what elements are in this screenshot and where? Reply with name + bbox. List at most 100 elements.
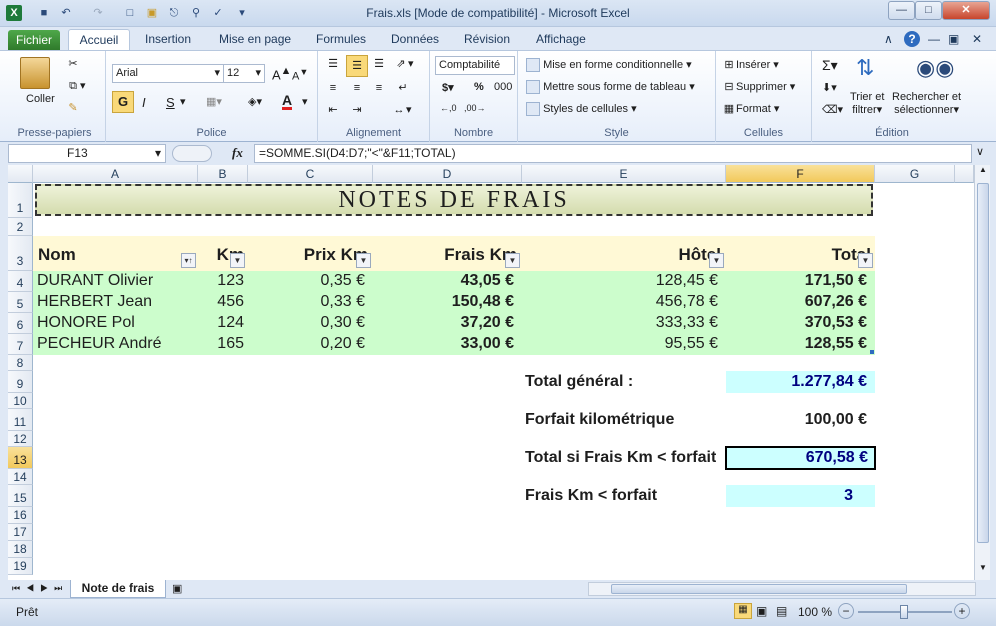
cell-hotel[interactable]: 95,55 €	[522, 335, 718, 353]
row-header[interactable]: 7	[8, 334, 33, 355]
cell-styles-button[interactable]: Styles de cellules ▾	[526, 102, 637, 117]
format-button[interactable]: ▦ Format ▾	[722, 102, 780, 116]
row-header[interactable]: 17	[8, 524, 33, 541]
cell-km[interactable]: 123	[198, 272, 244, 290]
cut-icon[interactable]: ✂	[66, 57, 80, 71]
bold-button[interactable]: G	[112, 91, 134, 113]
scroll-up-icon[interactable]: ▲	[977, 165, 989, 179]
sort-filter-button[interactable]: Trier et filtrer▾	[850, 91, 884, 116]
row-header[interactable]: 2	[8, 218, 33, 236]
chevron-down-icon[interactable]: ▾	[302, 95, 308, 108]
row-header[interactable]: 6	[8, 313, 33, 334]
cell-total[interactable]: 607,26 €	[726, 293, 867, 311]
currency-button[interactable]: $▾	[442, 81, 454, 94]
formula-input[interactable]: =SOMME.SI(D4:D7;"<"&F11;TOTAL)	[254, 144, 972, 163]
row-header[interactable]: 19	[8, 558, 33, 575]
cell-prix-km[interactable]: 0,35 €	[248, 272, 365, 290]
page-layout-view-icon[interactable]: ▣	[756, 604, 767, 618]
name-box[interactable]: F13 ▾	[8, 144, 166, 163]
vertical-scrollbar[interactable]: ▲ ▼	[974, 165, 990, 580]
format-painter-icon[interactable]: ✎	[66, 101, 80, 115]
align-center-icon[interactable]: ≡	[350, 81, 364, 95]
row-header[interactable]: 8	[8, 355, 33, 371]
col-header-a[interactable]: A	[33, 165, 198, 183]
cell-frais-km[interactable]: 150,48 €	[373, 293, 514, 311]
cell-hotel[interactable]: 456,78 €	[522, 293, 718, 311]
tab-mise-en-page[interactable]: Mise en page	[219, 32, 291, 46]
cell-frais-km[interactable]: 37,20 €	[373, 314, 514, 332]
filter-dropdown-icon[interactable]: ▼	[356, 253, 371, 268]
cell-km[interactable]: 456	[198, 293, 244, 311]
maximize-button[interactable]: □	[915, 1, 942, 20]
summary-value-total-general[interactable]: 1.277,84 €	[726, 371, 875, 393]
cell-prix-km[interactable]: 0,20 €	[248, 335, 365, 353]
thousands-button[interactable]: 000	[494, 81, 512, 93]
tab-revision[interactable]: Révision	[464, 32, 510, 46]
paste-icon[interactable]	[20, 57, 50, 89]
cell-km[interactable]: 165	[198, 335, 244, 353]
cell-nom[interactable]: HERBERT Jean	[37, 293, 152, 311]
col-header-e[interactable]: E	[522, 165, 726, 183]
close-button[interactable]: ✕	[942, 1, 990, 20]
align-right-icon[interactable]: ≡	[372, 81, 386, 95]
tab-insertion[interactable]: Insertion	[145, 32, 191, 46]
cell-hotel[interactable]: 128,45 €	[522, 272, 718, 290]
table-resize-handle[interactable]	[870, 350, 874, 354]
increase-decimal-icon[interactable]: ←,0	[440, 103, 457, 113]
row-header[interactable]: 5	[8, 292, 33, 313]
row-header[interactable]: 15	[8, 485, 33, 507]
row-header[interactable]: 11	[8, 409, 33, 431]
workbook-restore-icon[interactable]: ▣	[948, 32, 959, 46]
zoom-slider-thumb[interactable]	[900, 605, 908, 619]
tab-accueil[interactable]: Accueil	[68, 29, 130, 52]
row-header[interactable]: 13	[8, 447, 33, 469]
help-icon[interactable]: ?	[904, 31, 920, 47]
summary-value-forfait[interactable]: 100,00 €	[726, 409, 875, 431]
align-middle-icon[interactable]: ☰	[346, 55, 368, 77]
filter-sort-icon[interactable]: ▾↑	[181, 253, 196, 268]
horizontal-scrollbar[interactable]	[588, 582, 976, 596]
minimize-button[interactable]: —	[888, 1, 915, 20]
sort-filter-icon[interactable]: ⇅	[856, 55, 874, 81]
chevron-down-icon[interactable]: ▾	[180, 95, 186, 108]
row-header[interactable]: 9	[8, 371, 33, 393]
autosum-icon[interactable]: Σ▾	[822, 57, 838, 74]
page-break-view-icon[interactable]: ▤	[776, 604, 787, 618]
cell-nom[interactable]: PECHEUR André	[37, 335, 162, 353]
cell-total[interactable]: 370,53 €	[726, 314, 867, 332]
zoom-level[interactable]: 100 %	[798, 605, 832, 619]
cell-total[interactable]: 128,55 €	[726, 335, 867, 353]
filter-dropdown-icon[interactable]: ▼	[858, 253, 873, 268]
font-color-button[interactable]: A	[282, 93, 293, 110]
active-cell-f13[interactable]: 670,58 €	[725, 446, 876, 470]
cell-frais-km[interactable]: 33,00 €	[373, 335, 514, 353]
h-scroll-thumb[interactable]	[611, 584, 907, 594]
insert-function-button[interactable]: fx	[232, 145, 243, 161]
workbook-close-icon[interactable]: ✕	[972, 32, 982, 46]
cell-km[interactable]: 124	[198, 314, 244, 332]
tab-fichier[interactable]: Fichier	[8, 30, 60, 50]
tab-affichage[interactable]: Affichage	[536, 32, 586, 46]
col-header-d[interactable]: D	[373, 165, 522, 183]
cell-hotel[interactable]: 333,33 €	[522, 314, 718, 332]
zoom-out-icon[interactable]: −	[838, 603, 854, 619]
zoom-in-icon[interactable]: +	[954, 603, 970, 619]
tab-formules[interactable]: Formules	[316, 32, 366, 46]
decrease-decimal-icon[interactable]: ,00→	[464, 103, 486, 113]
merge-center-icon[interactable]: ↔ ▾	[392, 103, 412, 117]
borders-icon[interactable]: ▦▾	[206, 95, 222, 108]
number-format-select[interactable]: Comptabilité	[435, 56, 515, 75]
row-header[interactable]: 18	[8, 541, 33, 558]
sheet-tab-note-de-frais[interactable]: Note de frais	[70, 580, 166, 598]
scroll-down-icon[interactable]: ▼	[977, 563, 989, 577]
row-header[interactable]: 1	[8, 183, 33, 218]
row-header[interactable]: 16	[8, 507, 33, 524]
filter-dropdown-icon[interactable]: ▼	[709, 253, 724, 268]
align-bottom-icon[interactable]: ☰	[372, 57, 386, 71]
row-header[interactable]: 10	[8, 393, 33, 409]
clear-icon[interactable]: ⌫▾	[822, 103, 843, 116]
font-name-select[interactable]: Arial ▾	[112, 64, 224, 83]
align-top-icon[interactable]: ☰	[326, 57, 340, 71]
sheet-nav-icon[interactable]: ⏮◀▶⏭	[12, 583, 68, 594]
col-header-c[interactable]: C	[248, 165, 373, 183]
